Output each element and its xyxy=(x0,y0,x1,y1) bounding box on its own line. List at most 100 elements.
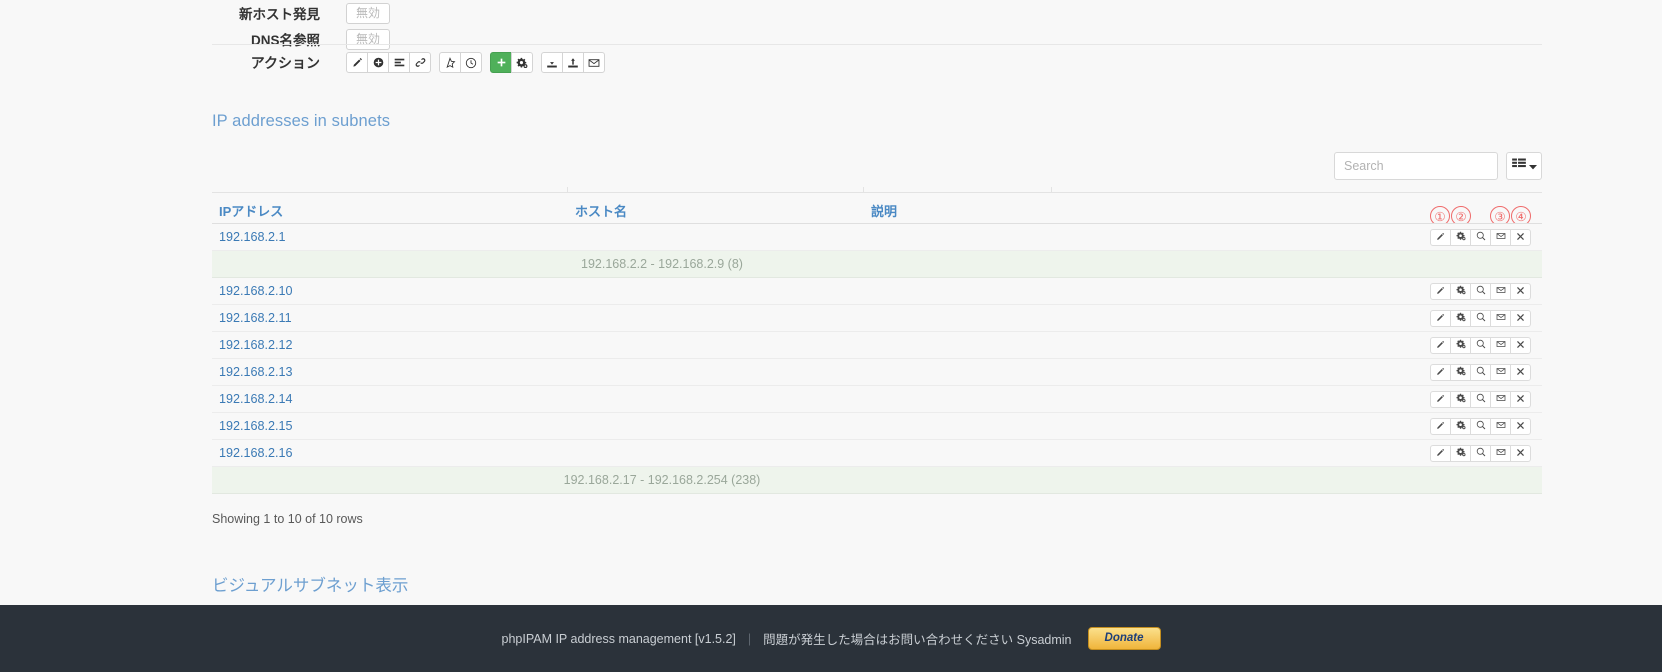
pencil-icon xyxy=(1436,282,1445,300)
ip-address-link[interactable]: 192.168.2.16 xyxy=(219,446,293,460)
setting-value-dns: 無効 xyxy=(346,28,391,50)
magnifier-icon xyxy=(1476,444,1486,462)
favourite-button[interactable] xyxy=(439,52,461,73)
magnifier-icon xyxy=(1476,282,1486,300)
actions-label: アクション xyxy=(250,54,320,71)
close-x-icon xyxy=(1516,444,1525,462)
free-range-row: 192.168.2.2 - 192.168.2.9 (8) xyxy=(212,251,1542,278)
close-x-icon xyxy=(1516,309,1525,327)
add-ip-button[interactable] xyxy=(367,52,389,73)
row-tools-button[interactable] xyxy=(1450,417,1471,435)
ip-address-link[interactable]: 192.168.2.1 xyxy=(219,230,286,244)
table-row: 192.168.2.1 xyxy=(212,224,1542,251)
row-delete-button[interactable] xyxy=(1510,390,1531,408)
row-edit-button[interactable] xyxy=(1430,363,1451,381)
column-header-desc[interactable]: 説明 xyxy=(863,187,1052,223)
row-edit-button[interactable] xyxy=(1430,417,1451,435)
magnifier-icon xyxy=(1476,228,1486,246)
cell-row-actions xyxy=(1052,363,1542,381)
envelope-icon xyxy=(1496,417,1506,435)
row-tools-button[interactable] xyxy=(1450,336,1471,354)
row-edit-button[interactable] xyxy=(1430,309,1451,327)
gears-icon xyxy=(1456,444,1466,462)
row-mail-button[interactable] xyxy=(1490,282,1511,300)
ip-address-link[interactable]: 192.168.2.15 xyxy=(219,419,293,433)
row-tools-button[interactable] xyxy=(1450,228,1471,246)
scan-subnet-button[interactable] xyxy=(388,52,410,73)
row-tools-button[interactable] xyxy=(1450,390,1471,408)
cell-row-actions xyxy=(1052,390,1542,408)
row-mail-button[interactable] xyxy=(1490,336,1511,354)
ip-address-link[interactable]: 192.168.2.12 xyxy=(219,338,293,352)
row-delete-button[interactable] xyxy=(1510,363,1531,381)
setting-value-wrap: 無効 xyxy=(334,2,391,24)
row-tools-button[interactable] xyxy=(1450,309,1471,327)
gears-icon xyxy=(1456,228,1466,246)
row-edit-button[interactable] xyxy=(1430,444,1451,462)
history-button[interactable] xyxy=(460,52,482,73)
row-edit-button[interactable] xyxy=(1430,390,1451,408)
search-input[interactable] xyxy=(1334,152,1498,180)
magnifier-icon xyxy=(1476,363,1486,381)
create-ip-button[interactable] xyxy=(490,52,512,73)
row-delete-button[interactable] xyxy=(1510,417,1531,435)
table-row: 192.168.2.13 xyxy=(212,359,1542,386)
pencil-icon xyxy=(1436,336,1445,354)
row-search-button[interactable] xyxy=(1470,417,1491,435)
row-delete-button[interactable] xyxy=(1510,444,1531,462)
row-edit-button[interactable] xyxy=(1430,336,1451,354)
row-delete-button[interactable] xyxy=(1510,282,1531,300)
import-button[interactable] xyxy=(541,52,563,73)
row-tools-button[interactable] xyxy=(1450,363,1471,381)
close-x-icon xyxy=(1516,282,1525,300)
page-root: 新ホスト発見 無効 DNS名参照 無効 アクション IP addresses i… xyxy=(0,0,1662,672)
column-header-host[interactable]: ホスト名 xyxy=(567,187,864,223)
ip-address-link[interactable]: 192.168.2.10 xyxy=(219,284,293,298)
row-mail-button[interactable] xyxy=(1490,228,1511,246)
cell-row-actions xyxy=(1052,444,1542,462)
row-mail-button[interactable] xyxy=(1490,390,1511,408)
row-mail-button[interactable] xyxy=(1490,444,1511,462)
magnifier-icon xyxy=(1476,390,1486,408)
donate-button[interactable]: Donate xyxy=(1087,627,1161,650)
row-search-button[interactable] xyxy=(1470,390,1491,408)
row-edit-button[interactable] xyxy=(1430,228,1451,246)
action-group-transfer xyxy=(541,52,605,73)
row-search-button[interactable] xyxy=(1470,282,1491,300)
table-row: 192.168.2.12 xyxy=(212,332,1542,359)
row-delete-button[interactable] xyxy=(1510,309,1531,327)
column-chooser-button[interactable] xyxy=(1506,152,1542,180)
edit-subnet-button[interactable] xyxy=(346,52,368,73)
close-x-icon xyxy=(1516,390,1525,408)
setting-value-wrap: 無効 xyxy=(334,28,391,50)
showing-rows-label: Showing 1 to 10 of 10 rows xyxy=(212,512,363,526)
ip-address-link[interactable]: 192.168.2.11 xyxy=(219,311,292,325)
row-search-button[interactable] xyxy=(1470,228,1491,246)
row-search-button[interactable] xyxy=(1470,444,1491,462)
link-subnet-button[interactable] xyxy=(409,52,431,73)
envelope-icon xyxy=(1496,363,1506,381)
row-mail-button[interactable] xyxy=(1490,309,1511,327)
free-range-label: 192.168.2.17 - 192.168.2.254 (238) xyxy=(563,473,761,487)
action-button-groups xyxy=(334,52,605,73)
row-delete-button[interactable] xyxy=(1510,336,1531,354)
ip-address-link[interactable]: 192.168.2.14 xyxy=(219,392,293,406)
ip-address-link[interactable]: 192.168.2.13 xyxy=(219,365,293,379)
row-search-button[interactable] xyxy=(1470,309,1491,327)
row-tools-button[interactable] xyxy=(1450,282,1471,300)
row-search-button[interactable] xyxy=(1470,363,1491,381)
row-mail-button[interactable] xyxy=(1490,363,1511,381)
row-tools-button[interactable] xyxy=(1450,444,1471,462)
export-button[interactable] xyxy=(562,52,584,73)
row-mail-button[interactable] xyxy=(1490,417,1511,435)
cell-ip: 192.168.2.11 xyxy=(212,311,568,325)
column-header-ip[interactable]: IPアドレス xyxy=(212,192,568,223)
row-search-button[interactable] xyxy=(1470,336,1491,354)
email-button[interactable] xyxy=(583,52,605,73)
row-delete-button[interactable] xyxy=(1510,228,1531,246)
close-x-icon xyxy=(1516,363,1525,381)
free-range-label: 192.168.2.2 - 192.168.2.9 (8) xyxy=(581,257,743,271)
row-edit-button[interactable] xyxy=(1430,282,1451,300)
subnet-settings-button[interactable] xyxy=(511,52,533,73)
close-x-icon xyxy=(1516,336,1525,354)
